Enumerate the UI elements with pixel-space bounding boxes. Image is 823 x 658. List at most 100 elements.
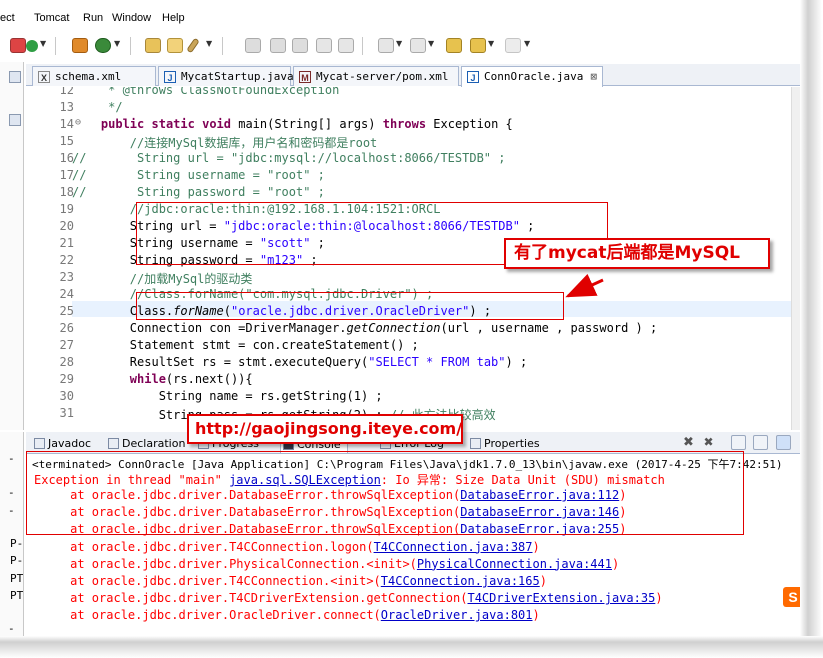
code-line[interactable]: //加载MySql的驱动类	[72, 270, 253, 287]
line-number: 23	[59, 270, 74, 284]
run-icon[interactable]	[26, 40, 38, 52]
toolbar-separator	[55, 37, 56, 55]
last-edit-icon[interactable]	[446, 38, 462, 53]
refresh-dropdown-icon[interactable]: ▼	[114, 39, 120, 48]
code-line[interactable]: // String username = "root" ;	[72, 168, 325, 182]
menu-item-project[interactable]: ect	[0, 12, 15, 24]
close-icon[interactable]: ⊠	[590, 67, 597, 86]
next-annotation-dropdown-icon[interactable]: ▼	[396, 39, 402, 48]
line-number: 17	[59, 168, 74, 182]
strip-text: PT	[10, 589, 24, 602]
maven-file-icon: M	[299, 71, 311, 83]
refresh-icon[interactable]	[95, 38, 111, 53]
code-line[interactable]: //连接MySql数据库，用户名和密码都是root	[72, 134, 377, 151]
code-line[interactable]: Statement stmt = con.createStatement() ;	[72, 338, 419, 352]
eclipse-window: ect Tomcat Run Window Help ▼ ▼ ▼ ▼ ▼ ▼ ▼	[0, 0, 805, 640]
code-line[interactable]: String name = rs.getString(1) ;	[72, 389, 383, 403]
strip-text: P-	[10, 554, 24, 567]
menu-bar: ect Tomcat Run Window Help	[0, 10, 805, 28]
menu-item-run[interactable]: Run	[83, 12, 103, 24]
strip-text: -	[8, 504, 15, 517]
fold-collapse-icon[interactable]: ⊖	[75, 117, 81, 128]
tab-label: Mycat-server/pom.xml	[316, 70, 449, 83]
search-icon[interactable]	[270, 38, 286, 53]
toolbar-separator	[130, 37, 131, 55]
back-icon[interactable]	[470, 38, 486, 53]
stack-link[interactable]: T4CConnection.java:387	[374, 540, 533, 554]
open-folder-icon[interactable]	[167, 38, 183, 53]
back-dropdown-icon[interactable]: ▼	[488, 39, 494, 48]
next-annotation-icon[interactable]	[378, 38, 394, 53]
left-side-strip-bottom: - - - P- P- PT PT -	[0, 432, 24, 640]
restore-icon[interactable]	[9, 114, 21, 126]
line-number: 21	[59, 236, 74, 250]
prev-annotation-icon[interactable]	[410, 38, 426, 53]
stack-frame: at oracle.jdbc.driver.T4CConnection.<ini…	[34, 574, 547, 588]
menu-item-window[interactable]: Window	[112, 12, 151, 24]
tab-schema-xml[interactable]: X schema.xml	[32, 66, 156, 86]
line-number: 31	[59, 406, 74, 420]
tab-label: schema.xml	[55, 70, 122, 83]
code-line[interactable]: * @throws ClassNotFoundException	[72, 87, 339, 97]
open-type-icon[interactable]	[145, 38, 161, 53]
stack-frame: at oracle.jdbc.driver.T4CConnection.logo…	[34, 539, 540, 554]
line-number: 27	[59, 338, 74, 352]
forward-dropdown-icon[interactable]: ▼	[524, 39, 530, 48]
console-remove-icon[interactable]	[662, 435, 677, 450]
code-line[interactable]: */	[72, 100, 122, 114]
stack-link[interactable]: PhysicalConnection.java:441	[417, 557, 612, 571]
prev-annotation-dropdown-icon[interactable]: ▼	[428, 39, 434, 48]
code-line[interactable]: ResultSet rs = stmt.executeQuery("SELECT…	[72, 355, 527, 369]
pencil-dropdown-icon[interactable]: ▼	[206, 39, 212, 48]
new-server-icon[interactable]	[72, 38, 88, 53]
forward-icon[interactable]	[505, 38, 521, 53]
stack-frame: at oracle.jdbc.driver.T4CDriverExtension…	[34, 591, 663, 606]
toggle-mark-icon[interactable]	[245, 38, 261, 53]
line-number: 19	[59, 202, 74, 216]
remove-all-icon[interactable]: ✖	[701, 435, 716, 450]
strip-text: -	[8, 486, 15, 499]
tab-label: Properties	[484, 437, 540, 450]
code-line[interactable]: // String password = "root" ;	[72, 185, 325, 199]
line-number: 15	[59, 134, 74, 148]
menu-item-help[interactable]: Help	[162, 12, 185, 24]
run-dropdown-icon[interactable]: ▼	[40, 39, 46, 48]
tab-mycat-server-pom[interactable]: M Mycat-server/pom.xml	[293, 66, 459, 86]
scroll-lock-icon[interactable]	[753, 435, 768, 450]
line-number: 13	[59, 100, 74, 114]
line-number: 29	[59, 372, 74, 386]
pin-console-icon[interactable]	[776, 435, 791, 450]
tab-label: Javadoc	[48, 437, 91, 450]
clear-console-icon[interactable]	[731, 435, 746, 450]
tab-label: MycatStartup.java	[181, 70, 294, 83]
strip-text: -	[8, 622, 15, 635]
java-file-icon: J	[467, 71, 479, 83]
terminate-icon[interactable]: ✖	[681, 435, 696, 450]
mysql-backend-callout: 有了mycat后端都是MySQL	[504, 238, 770, 269]
pencil-icon[interactable]	[186, 37, 200, 54]
toolbar-separator	[362, 37, 363, 55]
properties-icon	[470, 438, 481, 449]
stack-link[interactable]: OracleDriver.java:801	[381, 608, 533, 622]
menu-item-tomcat[interactable]: Tomcat	[34, 12, 69, 24]
code-line[interactable]: // String url = "jdbc:mysql://localhost:…	[72, 151, 505, 165]
line-number: 20	[59, 219, 74, 233]
screenshot: ect Tomcat Run Window Help ▼ ▼ ▼ ▼ ▼ ▼ ▼	[0, 0, 823, 658]
annotation-icon[interactable]	[292, 38, 308, 53]
minimize-icon[interactable]	[9, 71, 21, 83]
stack-link[interactable]: T4CConnection.java:165	[381, 574, 540, 588]
strip-text: P-	[10, 537, 24, 550]
tab-label: ConnOracle.java	[484, 70, 584, 83]
code-line[interactable]: while(rs.next()){	[72, 372, 253, 386]
driver-line-highlight	[136, 292, 564, 320]
code-line[interactable]: public static void main(String[] args) t…	[72, 117, 513, 131]
stack-link[interactable]: T4CDriverExtension.java:35	[467, 591, 655, 605]
xml-file-icon: X	[38, 71, 50, 83]
show-whitespace-icon[interactable]	[316, 38, 332, 53]
tab-mycatstartup-java[interactable]: J MycatStartup.java	[158, 66, 294, 86]
line-number: 14	[59, 117, 74, 131]
debug-icon[interactable]	[10, 38, 26, 53]
tab-connoracle-java[interactable]: J ConnOracle.java ⊠	[461, 66, 603, 87]
pilcrow-icon[interactable]	[338, 38, 354, 53]
code-line[interactable]: Connection con =DriverManager.getConnect…	[72, 321, 657, 335]
